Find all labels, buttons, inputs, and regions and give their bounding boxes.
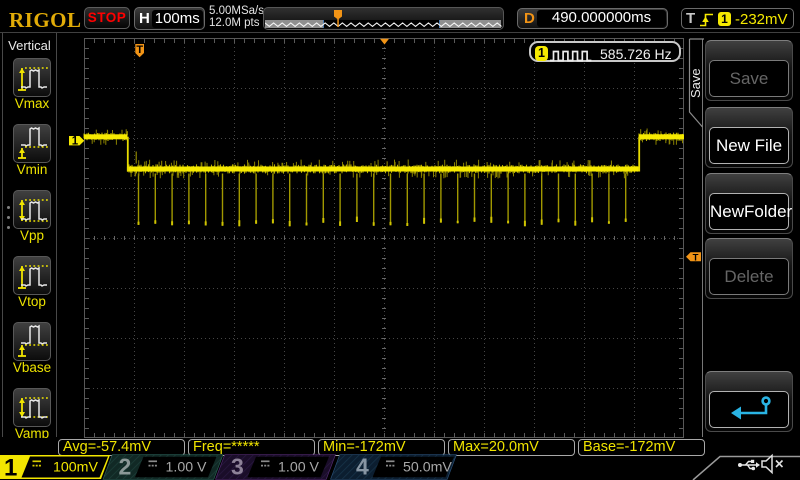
svg-text:T: T <box>136 44 143 56</box>
svg-text:50.0mV: 50.0mV <box>403 459 452 475</box>
svg-text:3: 3 <box>231 454 244 480</box>
svg-text:4: 4 <box>356 454 369 480</box>
svg-text:T: T <box>693 252 699 263</box>
svg-text:1: 1 <box>4 455 17 480</box>
svg-text:1: 1 <box>72 135 79 147</box>
svg-text:100mV: 100mV <box>53 459 98 475</box>
svg-text:1.00 V: 1.00 V <box>278 459 320 475</box>
svg-text:1.00 V: 1.00 V <box>166 459 208 475</box>
svg-text:2: 2 <box>119 454 132 480</box>
